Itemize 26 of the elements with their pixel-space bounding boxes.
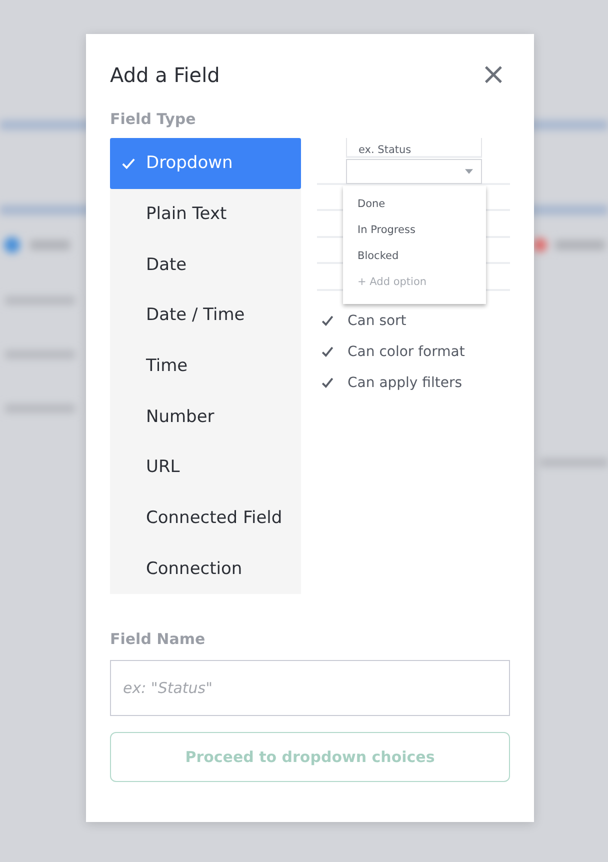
section-label: Field Name bbox=[110, 630, 206, 648]
column-header: ex. Status bbox=[358, 143, 412, 156]
caret-icon bbox=[464, 169, 473, 174]
menu-choice[interactable]: Done bbox=[358, 196, 386, 212]
field-type-option[interactable]: Date / Time bbox=[110, 290, 301, 341]
capability-text: Can color format bbox=[348, 344, 465, 360]
close-button[interactable]: × bbox=[476, 61, 510, 89]
menu-choice[interactable]: Blocked bbox=[358, 248, 399, 264]
capability-text: Can apply filters bbox=[348, 374, 462, 390]
dropdown-field[interactable] bbox=[346, 159, 482, 184]
field-name-input[interactable]: ex: "Status" bbox=[110, 660, 510, 716]
check-icon bbox=[320, 376, 334, 389]
field-type-option[interactable]: URL bbox=[110, 442, 301, 493]
field-type-option[interactable]: Plain Text bbox=[110, 188, 301, 240]
section-label: Field Type bbox=[110, 110, 197, 128]
field-type-option[interactable]: Number bbox=[110, 391, 301, 442]
capability-text: Can sort bbox=[348, 312, 406, 328]
menu-choice[interactable]: In Progress bbox=[358, 222, 416, 238]
field-type-option[interactable]: Date bbox=[110, 239, 301, 290]
check-icon bbox=[320, 345, 334, 358]
field-type-option[interactable]: Dropdown bbox=[110, 138, 301, 189]
check-icon bbox=[320, 314, 334, 327]
field-type-option[interactable]: Connected Field bbox=[110, 492, 301, 544]
dialog-title: Add a Field bbox=[110, 63, 220, 87]
field-type-option[interactable]: Time bbox=[110, 340, 301, 392]
field-type-option[interactable]: Connection bbox=[110, 544, 301, 594]
